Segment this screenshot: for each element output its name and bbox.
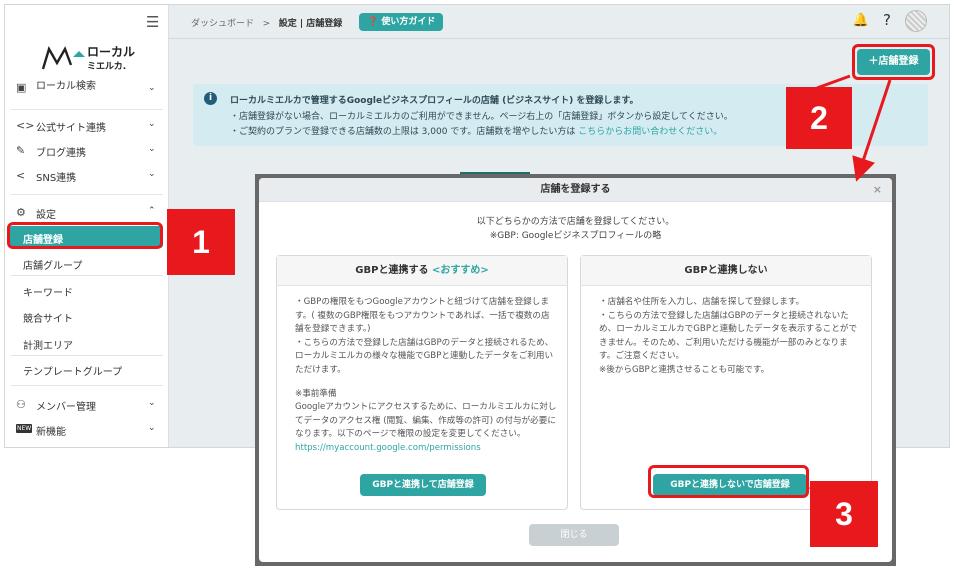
connector-step-2 xyxy=(816,74,851,90)
arrow-to-modal xyxy=(852,79,892,182)
connector-step-3 xyxy=(809,485,823,498)
annotation-arrows xyxy=(809,74,892,498)
